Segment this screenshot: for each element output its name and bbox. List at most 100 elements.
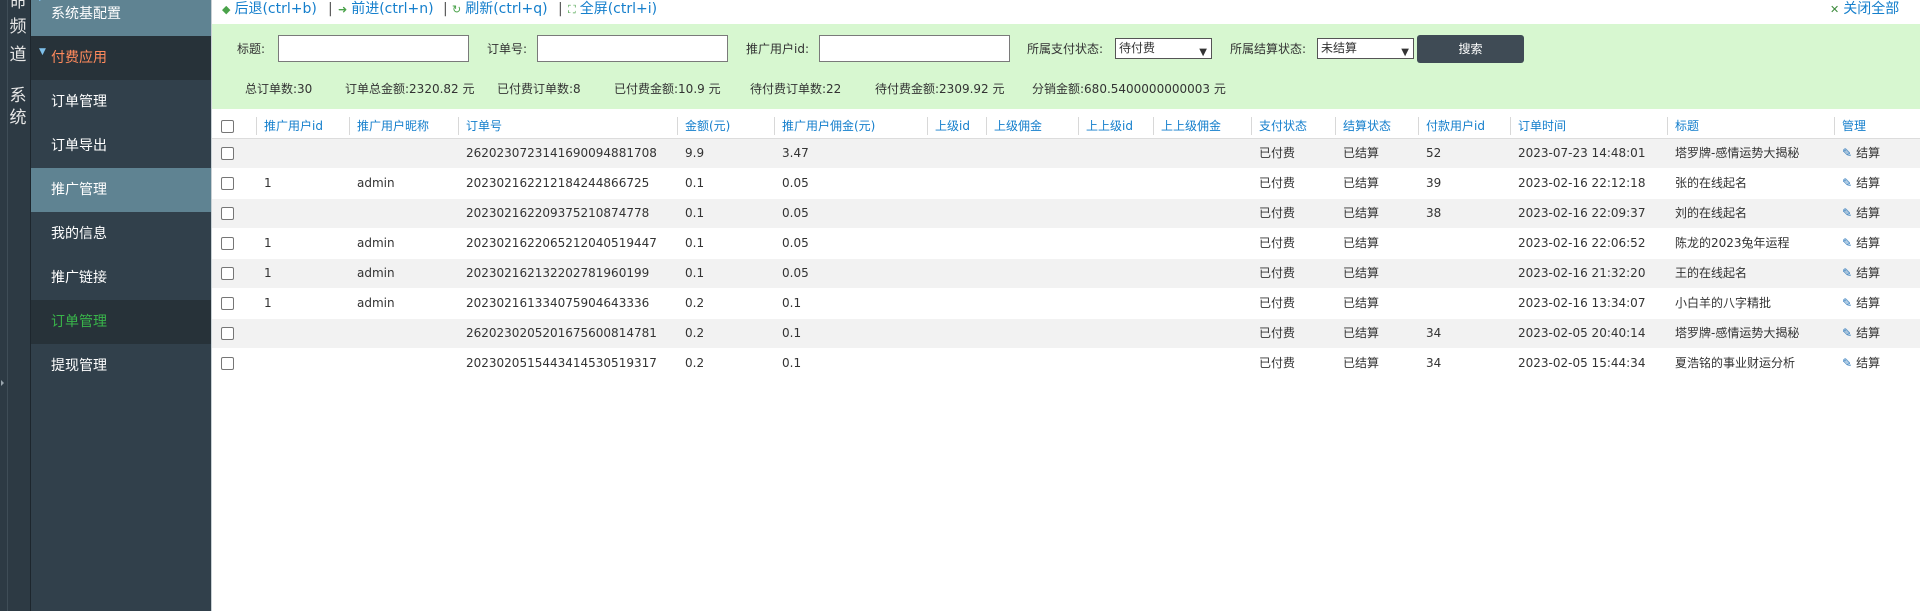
column-separator xyxy=(986,117,987,135)
cell-title: 张的在线起名 xyxy=(1675,176,1748,190)
settle-button[interactable]: ✎ 结算 xyxy=(1842,289,1880,318)
refresh-label: 刷新(ctrl+q) xyxy=(465,1,548,17)
column-separator xyxy=(677,117,678,135)
column-header-payer-id[interactable]: 付款用户id xyxy=(1426,113,1485,139)
table-row: 1 admin 202302161334075904643336 0.2 0.1 已付费 已… xyxy=(212,289,1920,318)
order-no-label: 订单号: xyxy=(487,42,528,56)
column-header-order-no[interactable]: 订单号 xyxy=(466,113,502,139)
sidebar-item-withdraw[interactable]: 提现管理 xyxy=(31,344,211,388)
settle-button[interactable]: ✎ 结算 xyxy=(1842,199,1880,228)
pay-status-select[interactable]: 待付费 ▼ xyxy=(1115,38,1212,59)
cell-order-time: 2023-02-05 20:40:14 xyxy=(1518,326,1646,340)
close-icon: ✕ xyxy=(1830,3,1840,16)
settle-status-select[interactable]: 未结算 ▼ xyxy=(1317,38,1414,59)
caret-down-icon: ▼ xyxy=(39,47,46,57)
column-header-parent-commission[interactable]: 上级佣金 xyxy=(994,113,1042,139)
column-header-amount[interactable]: 金额(元) xyxy=(685,113,730,139)
channel-char[interactable]: 频 xyxy=(8,15,28,39)
channel-char[interactable]: 命 xyxy=(8,0,28,14)
cell-amount: 0.1 xyxy=(685,266,705,280)
column-header-manage[interactable]: 管理 xyxy=(1842,113,1866,139)
select-all-checkbox[interactable] xyxy=(221,120,234,133)
toolbar-separator: | xyxy=(558,1,563,17)
pencil-icon: ✎ xyxy=(1842,146,1853,160)
row-checkbox[interactable] xyxy=(221,177,234,190)
column-header-promoter-nickname[interactable]: 推广用户昵称 xyxy=(357,113,429,139)
settle-label: 结算 xyxy=(1856,296,1881,310)
column-separator xyxy=(1335,117,1336,135)
forward-button[interactable]: ➜ 前进(ctrl+n) xyxy=(338,0,434,19)
search-button[interactable]: 搜索 xyxy=(1417,35,1524,63)
fullscreen-button[interactable]: ⛶ 全屏(ctrl+i) xyxy=(568,0,657,19)
sidebar-item-order-export[interactable]: 订单导出 xyxy=(31,124,211,168)
cell-promoter-id: 1 xyxy=(264,236,272,250)
sidebar-item-label: 我的信息 xyxy=(51,226,107,242)
row-checkbox[interactable] xyxy=(221,357,234,370)
row-checkbox[interactable] xyxy=(221,327,234,340)
main-content: ◆ 后退(ctrl+b) | ➜ 前进(ctrl+n) | ↻ 刷新(ctrl+q) … xyxy=(211,0,1920,611)
column-header-promoter-id[interactable]: 推广用户id xyxy=(264,113,323,139)
settle-label: 结算 xyxy=(1856,326,1881,340)
order-no-input[interactable] xyxy=(537,35,728,62)
row-checkbox[interactable] xyxy=(221,147,234,160)
cell-promoter-id: 1 xyxy=(264,296,272,310)
column-header-pay-status[interactable]: 支付状态 xyxy=(1259,113,1307,139)
column-header-order-time[interactable]: 订单时间 xyxy=(1518,113,1566,139)
row-checkbox[interactable] xyxy=(221,267,234,280)
cell-amount: 9.9 xyxy=(685,146,705,160)
settle-label: 结算 xyxy=(1856,206,1881,220)
column-header-title[interactable]: 标题 xyxy=(1675,113,1699,139)
collapse-handle-icon[interactable] xyxy=(1,380,4,386)
sidebar-item-order-management[interactable]: 订单管理 xyxy=(31,80,211,124)
column-header-parent-id[interactable]: 上级id xyxy=(935,113,970,139)
cell-amount: 0.1 xyxy=(685,236,705,250)
settle-button[interactable]: ✎ 结算 xyxy=(1842,259,1880,288)
cell-promoter-commission: 0.1 xyxy=(782,296,802,310)
row-checkbox[interactable] xyxy=(221,297,234,310)
settle-button[interactable]: ✎ 结算 xyxy=(1842,169,1880,198)
sidebar-item-my-info[interactable]: 我的信息 xyxy=(31,212,211,256)
title-input[interactable] xyxy=(278,35,469,62)
cell-order-no: 2620230723141690094881708 xyxy=(466,146,657,160)
sidebar-item-promo-link[interactable]: 推广链接 xyxy=(31,256,211,300)
settle-status-label: 所属结算状态: xyxy=(1230,42,1307,56)
table-row: 2620230205201675600814781 0.2 0.1 已付费 已结算 34 2… xyxy=(212,319,1920,348)
column-separator xyxy=(1078,117,1079,135)
cell-title: 塔罗牌-感情运势大揭秘 xyxy=(1675,146,1800,160)
sidebar-group-system-config[interactable]: ▶ 系统基配置 xyxy=(31,0,211,36)
cell-payer-id: 38 xyxy=(1426,206,1442,220)
column-header-settle-status[interactable]: 结算状态 xyxy=(1343,113,1391,139)
sidebar-group-paid-apps[interactable]: ▼ 付费应用 xyxy=(31,36,211,80)
stat-unpaid-amount: 待付费金额:2309.92 元 xyxy=(875,82,1005,96)
sidebar-item-label: 付费应用 xyxy=(51,50,107,66)
column-header-promoter-commission[interactable]: 推广用户佣金(元) xyxy=(782,113,875,139)
cell-amount: 0.2 xyxy=(685,296,705,310)
row-checkbox[interactable] xyxy=(221,207,234,220)
refresh-button[interactable]: ↻ 刷新(ctrl+q) xyxy=(452,0,548,19)
column-separator xyxy=(1153,117,1154,135)
sidebar-group-promotion[interactable]: 推广管理 xyxy=(31,168,211,212)
cell-pay-status: 已付费 xyxy=(1259,206,1296,220)
channel-char[interactable]: 道 xyxy=(8,43,28,67)
promoter-id-input[interactable] xyxy=(819,35,1010,62)
pencil-icon: ✎ xyxy=(1842,206,1853,220)
table-row: 2620230723141690094881708 9.9 3.47 已付费 已结算 52… xyxy=(212,139,1920,168)
column-header-grandparent-commission[interactable]: 上上级佣金 xyxy=(1161,113,1221,139)
back-button[interactable]: ◆ 后退(ctrl+b) xyxy=(222,0,317,19)
system-char[interactable]: 统 xyxy=(8,106,28,130)
settle-button[interactable]: ✎ 结算 xyxy=(1842,229,1880,258)
sidebar-item-promo-orders[interactable]: 订单管理 xyxy=(31,300,211,344)
settle-button[interactable]: ✎ 结算 xyxy=(1842,319,1880,348)
settle-status-value: 未结算 xyxy=(1321,41,1358,55)
cell-order-time: 2023-02-16 13:34:07 xyxy=(1518,296,1646,310)
cell-promoter-nickname: admin xyxy=(357,176,395,190)
column-header-grandparent-id[interactable]: 上上级id xyxy=(1086,113,1133,139)
settle-button[interactable]: ✎ 结算 xyxy=(1842,139,1880,168)
cell-settle-status: 已结算 xyxy=(1343,236,1380,250)
row-checkbox[interactable] xyxy=(221,237,234,250)
system-char[interactable]: 系 xyxy=(8,84,28,108)
settle-button[interactable]: ✎ 结算 xyxy=(1842,349,1880,378)
close-all-button[interactable]: ✕ 关闭全部 xyxy=(1830,0,1899,19)
sidebar-item-label: 提现管理 xyxy=(51,358,107,374)
cell-promoter-commission: 0.05 xyxy=(782,236,809,250)
